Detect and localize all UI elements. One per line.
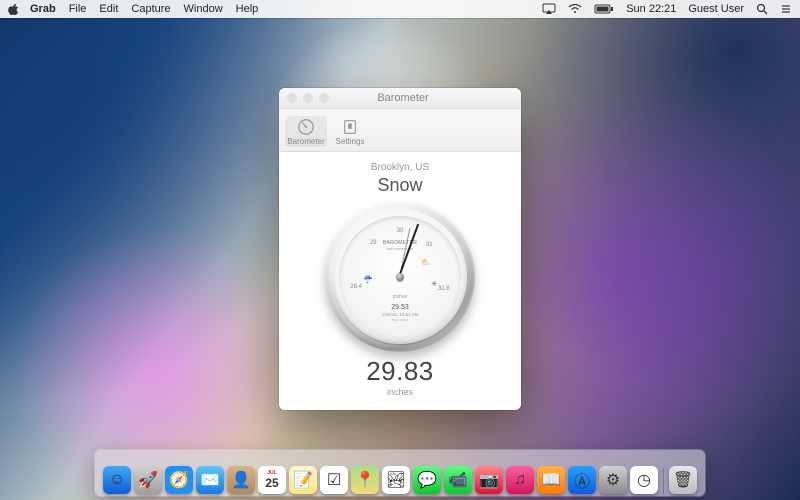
- dock-notes[interactable]: 📝: [289, 466, 317, 494]
- notification-center-icon[interactable]: [780, 3, 792, 15]
- dial-source: Your watch: [339, 318, 461, 322]
- dock-contacts[interactable]: 👤: [227, 466, 255, 494]
- dial-last-date: 1/28/15, 10:51 AM: [339, 312, 461, 317]
- window-titlebar[interactable]: Barometer: [279, 88, 521, 109]
- dock-maps[interactable]: 📍: [351, 466, 379, 494]
- dock-finder[interactable]: ☺: [103, 466, 131, 494]
- pressure-reading: 29.83: [366, 356, 434, 387]
- window-toolbar: Barometer Settings: [279, 109, 521, 152]
- dock-reminders[interactable]: ☑︎: [320, 466, 348, 494]
- dial-tick-bottomright: 31.6: [438, 286, 450, 292]
- toolbar-barometer-label: Barometer: [287, 137, 324, 146]
- dial-tick-top: 30: [397, 228, 404, 234]
- barometer-gauge-icon: [297, 118, 315, 136]
- pressure-unit: inches: [387, 387, 413, 397]
- dock-mail[interactable]: ✉️: [196, 466, 224, 494]
- dock-calendar[interactable]: JUL25: [258, 466, 286, 494]
- apple-menu-icon[interactable]: [8, 3, 20, 15]
- dock-messages[interactable]: 💬: [413, 466, 441, 494]
- dock-photos[interactable]: 🏞: [382, 466, 410, 494]
- dock-facetime[interactable]: 📹: [444, 466, 472, 494]
- dock-safari[interactable]: 🧭: [165, 466, 193, 494]
- menubar-user[interactable]: Guest User: [688, 3, 744, 15]
- toolbar-settings-tab[interactable]: Settings: [329, 116, 371, 147]
- dial-last-value: 29.53: [339, 304, 461, 311]
- dial-unit-label: inches: [339, 294, 461, 300]
- menubar: Grab File Edit Capture Window Help Sun 2…: [0, 0, 800, 18]
- dock-launchpad[interactable]: 🚀: [134, 466, 162, 494]
- dock-barometer-app[interactable]: ◷: [630, 466, 658, 494]
- menubar-capture[interactable]: Capture: [131, 3, 170, 15]
- airplay-icon[interactable]: [542, 3, 556, 15]
- dock-appstore[interactable]: Ⓐ: [568, 466, 596, 494]
- menubar-file[interactable]: File: [69, 3, 87, 15]
- dock-photobooth[interactable]: 📷: [475, 466, 503, 494]
- dial-tick-left: 28.4: [350, 284, 362, 290]
- location-label: Brooklyn, US: [371, 162, 429, 173]
- menubar-window[interactable]: Window: [184, 3, 223, 15]
- menubar-clock[interactable]: Sun 22:21: [626, 3, 676, 15]
- barometer-gauge: 30 29 31 28.4 31.6 ⛅ ☀ ☔ BAROMETER barom…: [325, 202, 475, 352]
- toolbar-barometer-tab[interactable]: Barometer: [285, 116, 327, 147]
- dock-preferences[interactable]: ⚙: [599, 466, 627, 494]
- weather-condition: Snow: [377, 175, 422, 196]
- dial-rain-icon: ☔: [363, 275, 373, 284]
- menubar-app-name[interactable]: Grab: [30, 3, 56, 15]
- toolbar-settings-label: Settings: [336, 137, 365, 146]
- dial-sun-icon: ☀: [431, 280, 438, 289]
- spotlight-icon[interactable]: [756, 3, 768, 15]
- window-title: Barometer: [293, 92, 513, 104]
- dock-separator: [663, 468, 664, 494]
- gauge-hub: [396, 273, 404, 281]
- wifi-icon[interactable]: [568, 4, 582, 14]
- battery-icon[interactable]: [594, 4, 614, 14]
- dock-ibooks[interactable]: 📖: [537, 466, 565, 494]
- menubar-help[interactable]: Help: [236, 3, 259, 15]
- menubar-edit[interactable]: Edit: [99, 3, 118, 15]
- barometer-window: Barometer Barometer Settings Brooklyn, U…: [279, 88, 521, 410]
- dial-brand-sub: barometer.com: [339, 246, 461, 251]
- dock-trash[interactable]: 🗑: [669, 466, 697, 494]
- dial-sun-cloud-icon: ⛅: [421, 258, 431, 267]
- dock: ☺🚀🧭✉️👤JUL25📝☑︎📍🏞💬📹📷♫📖Ⓐ⚙◷ 🗑: [95, 450, 705, 496]
- settings-icon: [341, 118, 359, 136]
- window-content: Brooklyn, US Snow 30 29 31 28.4 31.6 ⛅ ☀…: [279, 152, 521, 410]
- dock-itunes[interactable]: ♫: [506, 466, 534, 494]
